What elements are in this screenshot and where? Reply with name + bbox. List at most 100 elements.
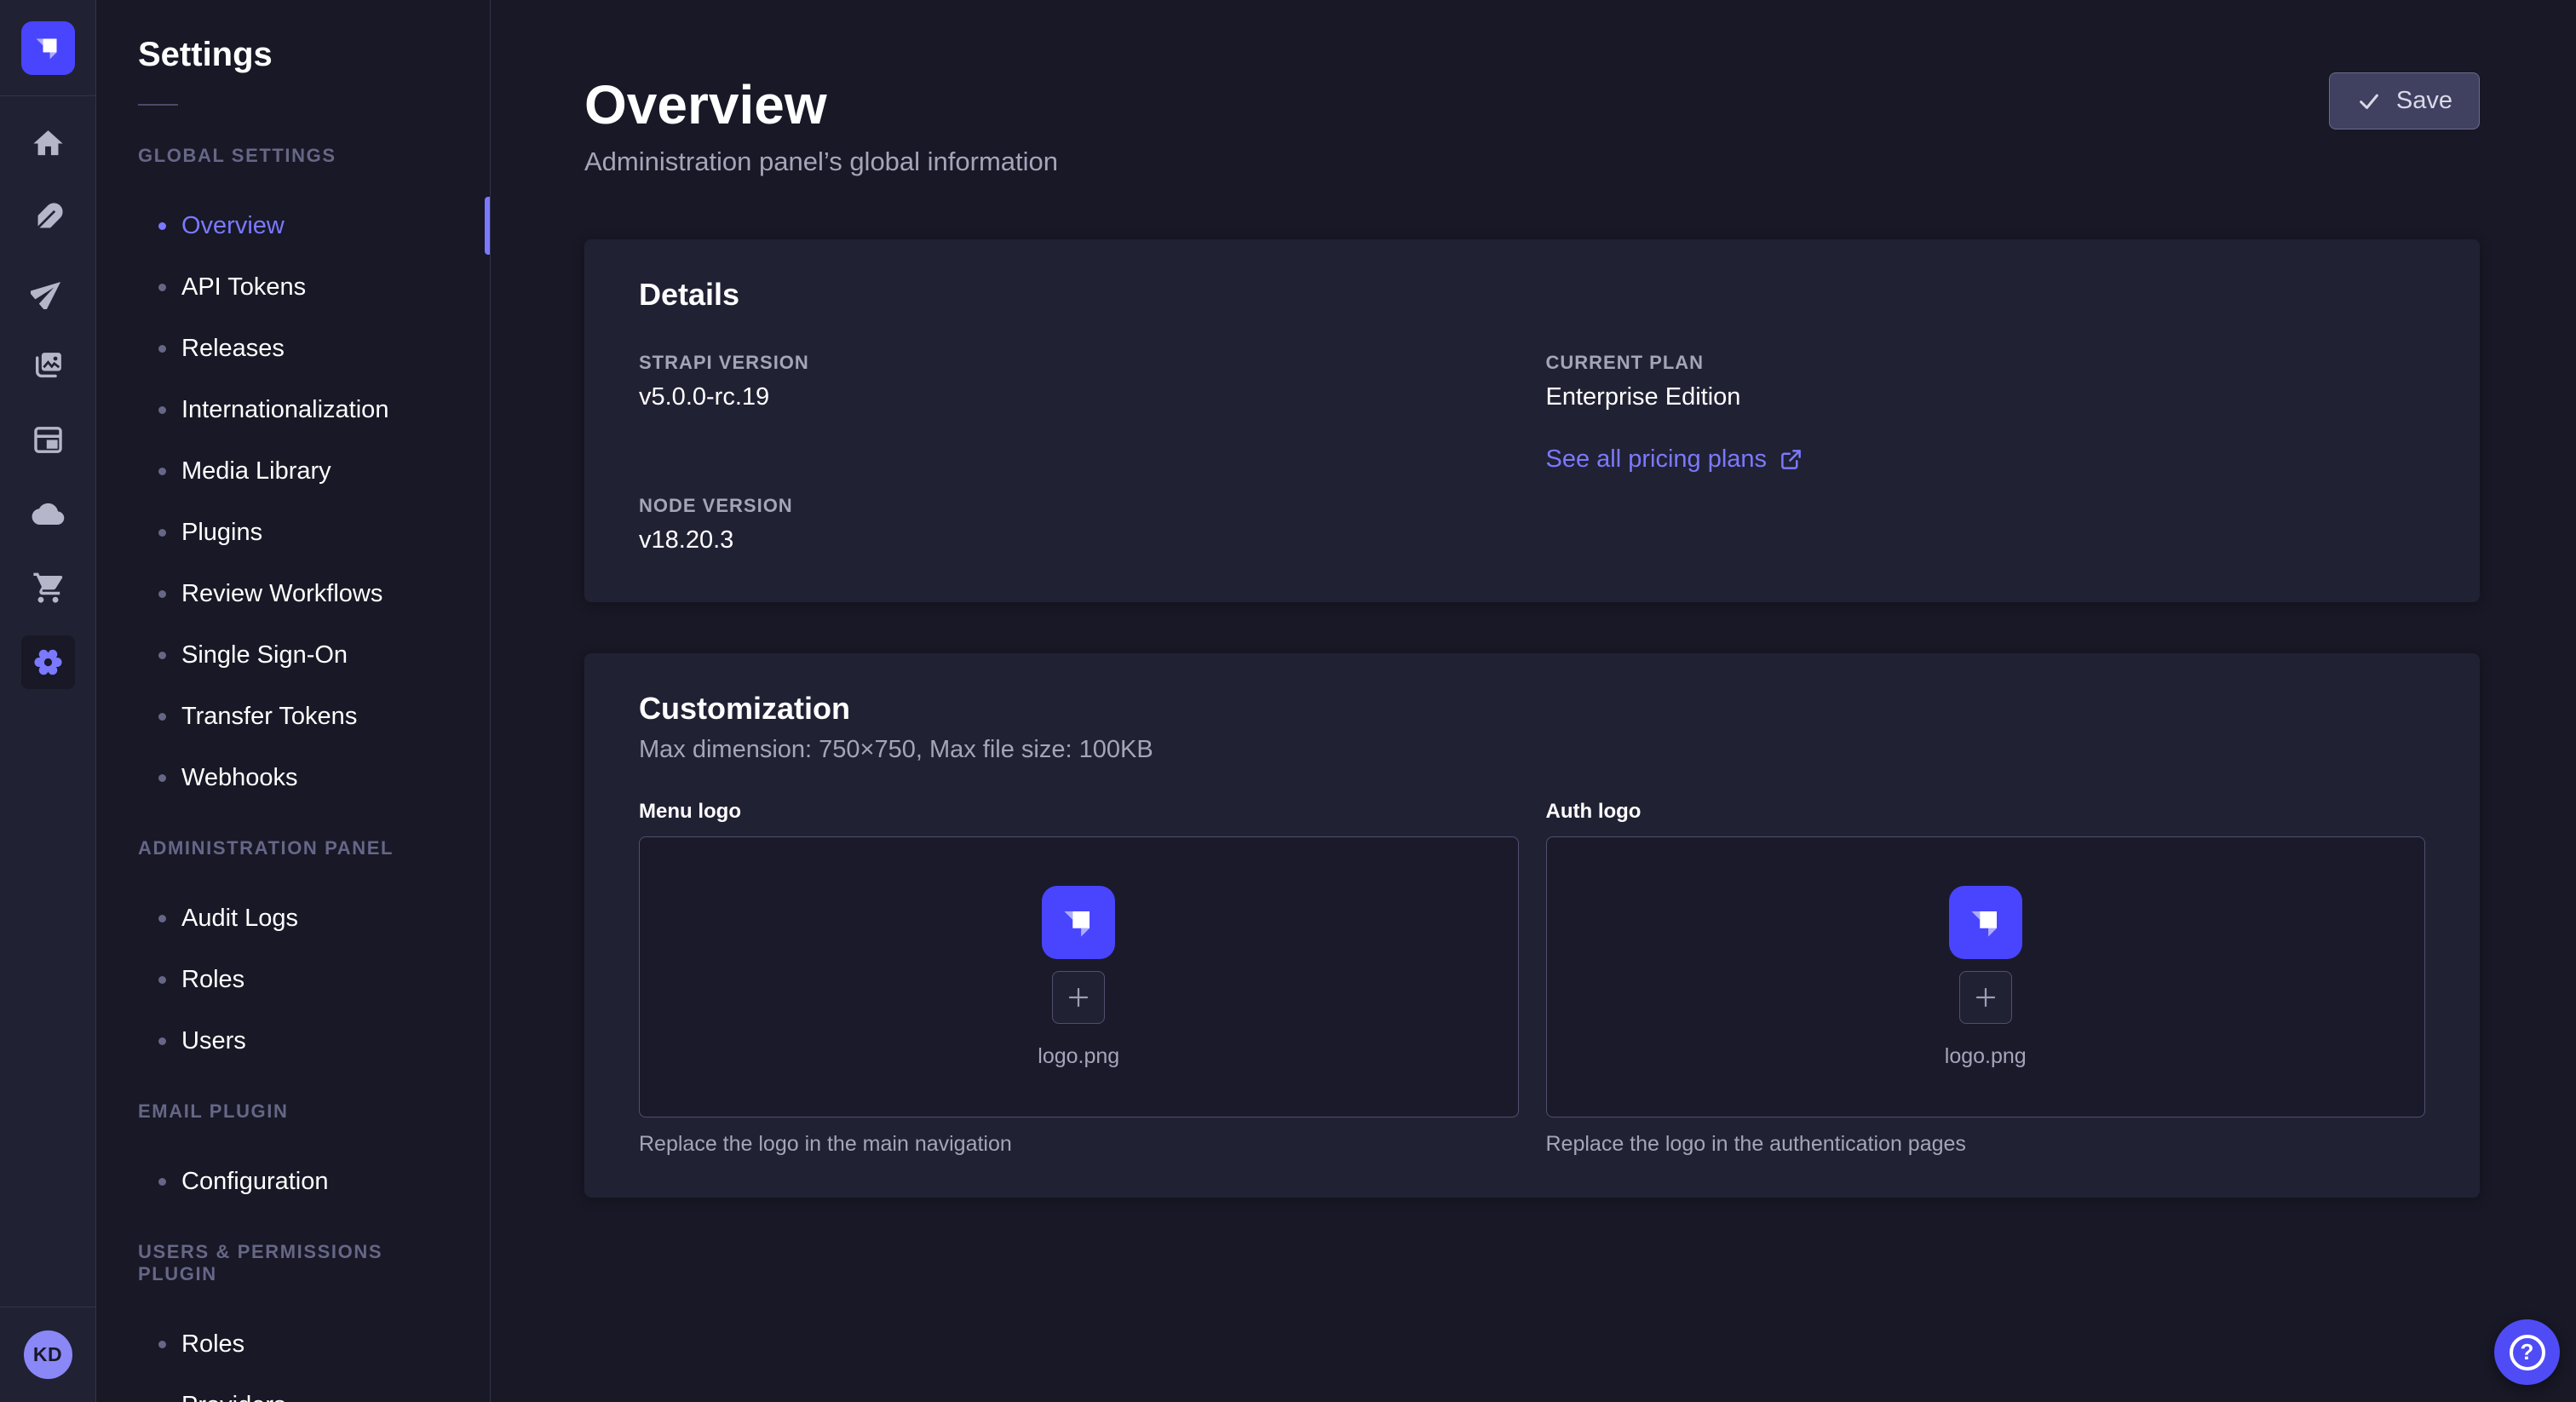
customization-card: Customization Max dimension: 750×750, Ma…	[584, 653, 2480, 1198]
details-left-column: STRAPI VERSION v5.0.0-rc.19 NODE VERSION…	[639, 352, 1519, 554]
menu-logo-caption: Replace the logo in the main navigation	[639, 1132, 1519, 1157]
strapi-logo-icon	[1056, 900, 1101, 945]
main-nav-rail: KD	[0, 0, 96, 1402]
subnav-item-review-workflows[interactable]: Review Workflows	[96, 563, 490, 624]
home-icon[interactable]	[21, 117, 75, 170]
help-button[interactable]: ?	[2494, 1319, 2560, 1385]
current-plan-label: CURRENT PLAN	[1546, 352, 2426, 374]
main-content: Overview Administration panel’s global i…	[491, 0, 2576, 1402]
subnav-item-admin-users[interactable]: Users	[96, 1010, 490, 1072]
details-heading: Details	[639, 277, 2425, 313]
settings-subnav: Settings GLOBAL SETTINGS Overview API To…	[96, 0, 491, 1402]
section-administration-panel: ADMINISTRATION PANEL	[96, 837, 490, 859]
releases-paper-plane-icon[interactable]	[21, 265, 75, 319]
active-indicator	[485, 197, 490, 255]
bullet-icon	[158, 406, 166, 414]
content-type-builder-icon[interactable]	[21, 191, 75, 244]
auth-logo-caption: Replace the logo in the authentication p…	[1546, 1132, 2426, 1157]
marketplace-cart-icon[interactable]	[21, 561, 75, 615]
strapi-logo[interactable]	[21, 21, 75, 75]
subnav-item-api-tokens[interactable]: API Tokens	[96, 256, 490, 318]
administration-panel-list: Audit Logs Roles Users	[96, 888, 490, 1072]
settings-gear-icon[interactable]	[21, 635, 75, 689]
main-nav-items	[21, 96, 75, 689]
page-subtitle: Administration panel’s global informatio…	[584, 147, 2480, 177]
menu-logo-zone: Menu logo logo.png Replace the logo in t…	[639, 800, 1519, 1157]
subnav-item-webhooks[interactable]: Webhooks	[96, 747, 490, 808]
details-grid: STRAPI VERSION v5.0.0-rc.19 NODE VERSION…	[639, 352, 2425, 554]
subnav-item-transfer-tokens[interactable]: Transfer Tokens	[96, 686, 490, 747]
section-users-permissions-plugin: USERS & PERMISSIONS PLUGIN	[96, 1241, 490, 1285]
bullet-icon	[158, 652, 166, 659]
bullet-icon	[158, 915, 166, 922]
subnav-title: Settings	[96, 36, 490, 73]
user-avatar[interactable]: KD	[24, 1330, 72, 1379]
subnav-item-audit-logs[interactable]: Audit Logs	[96, 888, 490, 949]
strapi-version-field: STRAPI VERSION v5.0.0-rc.19	[639, 352, 1519, 411]
media-library-icon[interactable]	[21, 339, 75, 393]
auth-logo-dropzone[interactable]: logo.png	[1546, 836, 2426, 1118]
subnav-item-overview[interactable]: Overview	[96, 195, 490, 256]
pricing-plans-link[interactable]: See all pricing plans	[1546, 445, 1803, 474]
node-version-field: NODE VERSION v18.20.3	[639, 495, 1519, 554]
subnav-item-email-configuration[interactable]: Configuration	[96, 1151, 490, 1212]
details-card: Details STRAPI VERSION v5.0.0-rc.19 NODE…	[584, 239, 2480, 602]
menu-logo-preview	[1042, 886, 1115, 959]
auth-logo-add-button[interactable]	[1959, 971, 2012, 1024]
subnav-item-releases[interactable]: Releases	[96, 318, 490, 379]
plus-icon	[1973, 985, 1998, 1010]
menu-logo-filename: logo.png	[1038, 1044, 1119, 1069]
strapi-version-label: STRAPI VERSION	[639, 352, 1519, 374]
subnav-item-media-library[interactable]: Media Library	[96, 440, 490, 502]
bullet-icon	[158, 976, 166, 984]
bullet-icon	[158, 468, 166, 475]
strapi-version-value: v5.0.0-rc.19	[639, 383, 1519, 411]
page-title: Overview	[584, 75, 2480, 135]
strapi-logo-icon	[30, 30, 66, 66]
subnav-item-admin-roles[interactable]: Roles	[96, 949, 490, 1010]
menu-logo-label: Menu logo	[639, 800, 1519, 824]
auth-logo-preview	[1949, 886, 2022, 959]
subnav-item-single-sign-on[interactable]: Single Sign-On	[96, 624, 490, 686]
nav-footer: KD	[0, 1307, 95, 1402]
users-permissions-list: Roles Providers	[96, 1313, 490, 1402]
bullet-icon	[158, 590, 166, 598]
bullet-icon	[158, 1341, 166, 1348]
logo-zones-grid: Menu logo logo.png Replace the logo in t…	[639, 800, 2425, 1157]
section-global-settings: GLOBAL SETTINGS	[96, 145, 490, 167]
subnav-item-up-roles[interactable]: Roles	[96, 1313, 490, 1375]
subnav-item-up-providers[interactable]: Providers	[96, 1375, 490, 1402]
subnav-item-internationalization[interactable]: Internationalization	[96, 379, 490, 440]
bullet-icon	[158, 713, 166, 721]
current-plan-field: CURRENT PLAN Enterprise Edition	[1546, 352, 2426, 411]
bullet-icon	[158, 222, 166, 230]
auth-logo-zone: Auth logo logo.png Replace the logo in t…	[1546, 800, 2426, 1157]
workspace-logo-container	[0, 0, 95, 96]
plus-icon	[1066, 985, 1091, 1010]
bullet-icon	[158, 774, 166, 782]
current-plan-value: Enterprise Edition	[1546, 383, 2426, 411]
strapi-admin-app: KD Settings GLOBAL SETTINGS Overview API…	[0, 0, 2576, 1402]
details-right-column: CURRENT PLAN Enterprise Edition See all …	[1546, 352, 2426, 554]
external-link-icon	[1780, 448, 1803, 471]
menu-logo-add-button[interactable]	[1052, 971, 1105, 1024]
global-settings-list: Overview API Tokens Releases Internation…	[96, 195, 490, 808]
bullet-icon	[158, 1037, 166, 1045]
bullet-icon	[158, 345, 166, 353]
bullet-icon	[158, 529, 166, 537]
customization-heading: Customization	[639, 691, 2425, 727]
node-version-value: v18.20.3	[639, 526, 1519, 554]
deploy-cloud-icon[interactable]	[21, 487, 75, 541]
auth-logo-filename: logo.png	[1945, 1044, 2027, 1069]
subnav-item-plugins[interactable]: Plugins	[96, 502, 490, 563]
subnav-divider	[138, 104, 178, 106]
bullet-icon	[158, 1178, 166, 1186]
content-manager-layout-icon[interactable]	[21, 413, 75, 467]
save-button[interactable]: Save	[2329, 72, 2480, 129]
menu-logo-dropzone[interactable]: logo.png	[639, 836, 1519, 1118]
auth-logo-label: Auth logo	[1546, 800, 2426, 824]
email-plugin-list: Configuration	[96, 1151, 490, 1212]
question-mark-icon: ?	[2510, 1335, 2545, 1370]
check-icon	[2356, 89, 2382, 114]
section-email-plugin: EMAIL PLUGIN	[96, 1100, 490, 1123]
